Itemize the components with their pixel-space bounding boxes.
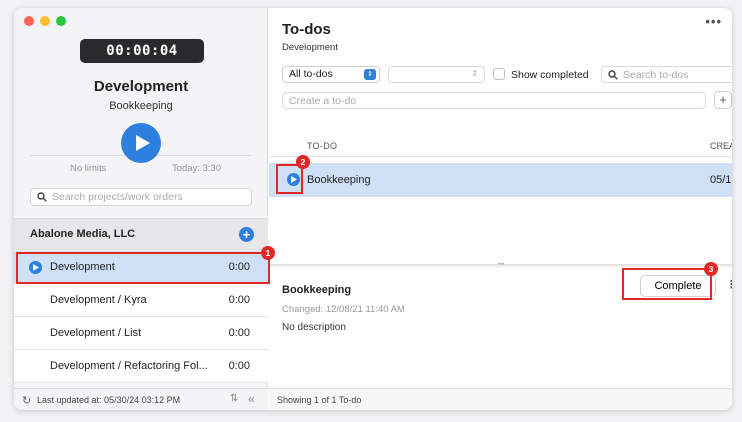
sidebar: 00:00:04 Development Bookkeeping No limi… <box>14 8 268 410</box>
project-search-box[interactable] <box>30 188 252 206</box>
main-footer: Showing 1 of 1 To-do <box>269 388 732 410</box>
more-options-icon[interactable]: ••• <box>705 14 722 29</box>
app-window: 00:00:04 Development Bookkeeping No limi… <box>14 8 732 410</box>
sidebar-footer: ↻ Last updated at: 05/30/24 03:12 PM ⇅ « <box>14 388 268 410</box>
pane-splitter[interactable]: ••• <box>269 262 732 268</box>
add-todo-button[interactable]: + <box>714 91 732 109</box>
create-todo-input[interactable] <box>282 92 706 109</box>
main-panel: To-dos Development ••• All to-dos ⇕ ⇕ Sh… <box>269 8 732 410</box>
secondary-filter-select[interactable]: ⇕ <box>388 66 485 83</box>
list-item-time: 0:00 <box>228 360 250 372</box>
table-header: TO-DO CREA <box>269 133 732 157</box>
page-subtitle: Development <box>282 42 338 53</box>
annotation-box-3 <box>622 268 712 300</box>
search-icon <box>37 192 47 202</box>
todo-created-date: 05/1 <box>710 174 732 186</box>
show-completed-checkbox[interactable] <box>493 68 505 80</box>
annotation-box-1 <box>16 252 270 284</box>
limits-label: No limits <box>70 163 107 174</box>
list-item[interactable]: Development / List 0:00 <box>14 317 268 350</box>
annotation-badge-1: 1 <box>261 246 275 260</box>
list-item-label: Development / Refactoring Fol... <box>50 360 208 372</box>
detail-title: Bookkeeping <box>282 284 352 296</box>
list-item-label: Development / Kyra <box>50 294 147 306</box>
zoom-window-button[interactable] <box>56 16 66 26</box>
todo-label: Bookkeeping <box>307 174 371 186</box>
current-project-subtitle: Bookkeeping <box>109 100 173 112</box>
add-project-button[interactable]: + <box>239 227 254 242</box>
list-item[interactable]: Development / Refactoring Fol... 0:00 <box>14 350 268 383</box>
compress-icon[interactable]: ⇅ <box>230 393 238 404</box>
list-item-time: 0:00 <box>228 294 250 306</box>
select-arrows-icon: ⇕ <box>471 69 478 78</box>
play-icon <box>135 135 150 151</box>
todo-description: No description <box>282 322 346 333</box>
todo-filter-select[interactable]: All to-dos ⇕ <box>282 66 380 83</box>
changed-timestamp: Changed: 12/08/21 11:40 AM <box>282 304 405 315</box>
start-timer-button[interactable] <box>121 123 161 163</box>
result-count: Showing 1 of 1 To-do <box>277 395 362 405</box>
annotation-box-2 <box>276 164 303 194</box>
collapse-sidebar-icon[interactable]: « <box>248 392 255 406</box>
search-icon <box>608 69 618 80</box>
window-controls <box>24 16 66 26</box>
list-item-time: 0:00 <box>228 327 250 339</box>
plus-icon: + <box>242 227 251 242</box>
last-updated-text: Last updated at: 05/30/24 03:12 PM <box>37 395 181 405</box>
refresh-icon[interactable]: ↻ <box>22 394 31 407</box>
client-group-header[interactable]: Abalone Media, LLC + <box>14 218 268 250</box>
todo-search-box[interactable] <box>601 66 732 83</box>
filter-selected-value: All to-dos <box>289 68 333 80</box>
drag-handle-icon: ••• <box>498 262 505 268</box>
minimize-window-button[interactable] <box>40 16 50 26</box>
list-item-label: Development / List <box>50 327 142 339</box>
plus-icon: + <box>719 92 727 107</box>
more-vertical-icon[interactable]: ⋮ <box>726 278 732 291</box>
annotation-badge-3: 3 <box>704 262 718 276</box>
today-total: Today: 3:30 <box>172 163 222 174</box>
client-name: Abalone Media, LLC <box>30 228 136 240</box>
timer-display: 00:00:04 <box>80 39 204 63</box>
table-row[interactable]: Bookkeeping 05/1 <box>269 163 732 197</box>
annotation-badge-2: 2 <box>296 155 310 169</box>
page-title: To-dos <box>282 21 331 38</box>
close-window-button[interactable] <box>24 16 34 26</box>
list-item[interactable]: Development / Kyra 0:00 <box>14 284 268 317</box>
show-completed-label: Show completed <box>511 69 589 81</box>
current-project-title: Development <box>93 78 189 95</box>
project-search-input[interactable] <box>52 191 242 203</box>
column-header-created[interactable]: CREA <box>710 141 732 151</box>
todo-search-input[interactable] <box>623 68 732 81</box>
column-header-todo[interactable]: TO-DO <box>307 141 337 151</box>
select-arrows-icon: ⇕ <box>364 69 376 80</box>
